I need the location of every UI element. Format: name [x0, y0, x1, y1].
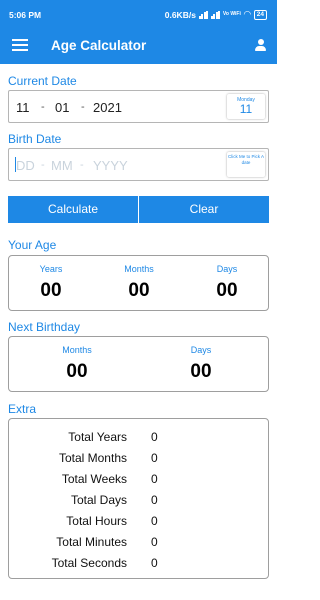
extra-row-label: Total Years [68, 430, 127, 444]
date-separator: - [81, 101, 85, 113]
extra-row-label: Total Hours [66, 514, 127, 528]
birth-date-year-input[interactable]: YYYY [93, 158, 128, 173]
current-date-calendar-button[interactable]: Monday 11 [227, 94, 265, 119]
birthday-months-value: 00 [66, 361, 88, 382]
extra-row-total-days: Total Days 0 [9, 491, 270, 511]
extra-row-total-weeks: Total Weeks 0 [9, 470, 270, 490]
extra-row-label: Total Days [70, 493, 127, 507]
extra-row-label: Total Minutes [56, 535, 127, 549]
clear-button[interactable]: Clear [139, 196, 269, 223]
your-age-label: Your Age [8, 238, 57, 252]
extra-card: Total Years 0 Total Months 0 Total Weeks… [8, 418, 269, 579]
extra-row-value: 0 [151, 535, 158, 549]
current-date-month[interactable]: 01 [55, 100, 69, 115]
app-title: Age Calculator [51, 38, 147, 53]
extra-row-label: Total Seconds [51, 556, 127, 570]
your-age-card: Years Months Days 00 00 00 [8, 255, 269, 311]
next-birthday-label: Next Birthday [8, 320, 81, 334]
date-separator: - [41, 159, 45, 171]
vowifi-label: Vo WiFi [222, 11, 241, 17]
days-label: Days [216, 264, 238, 274]
account-icon[interactable] [254, 39, 267, 52]
birth-date-label: Birth Date [8, 132, 62, 146]
app-bar: Age Calculator [0, 28, 277, 64]
extra-label: Extra [8, 402, 37, 416]
calculate-button[interactable]: Calculate [8, 196, 138, 223]
birthday-days-value: 00 [190, 361, 212, 382]
extra-row-total-seconds: Total Seconds 0 [9, 554, 270, 574]
battery-icon: 24 [253, 9, 267, 20]
birthday-months-label: Months [62, 345, 92, 355]
current-date-year[interactable]: 2021 [93, 100, 122, 115]
birth-date-day-input[interactable]: DD [16, 158, 35, 173]
signal-2-icon [210, 10, 221, 19]
birthday-days-label: Days [190, 345, 212, 355]
date-separator: - [80, 159, 84, 171]
extra-row-label: Total Months [58, 451, 127, 465]
status-bar: 5:06 PM 0.6KB/s Vo WiFi ◠ 24 [0, 0, 277, 28]
birth-date-box: DD - MM - YYYY Click Me to Pick A date [8, 148, 269, 181]
calendar-day: 11 [239, 102, 253, 116]
extra-row-value: 0 [151, 451, 158, 465]
extra-row-value: 0 [151, 472, 158, 486]
current-date-label: Current Date [8, 74, 77, 88]
extra-row-label: Total Weeks [61, 472, 127, 486]
years-label: Years [39, 264, 63, 274]
signal-icon [198, 10, 209, 19]
pick-date-button[interactable]: Click Me to Pick A date [227, 152, 265, 177]
wifi-icon: ◠ [243, 9, 251, 19]
status-time: 5:06 PM [9, 10, 42, 20]
months-label: Months [124, 264, 154, 274]
days-value: 00 [216, 280, 238, 301]
months-value: 00 [128, 280, 150, 301]
next-birthday-card: Months Days 00 00 [8, 336, 269, 392]
extra-row-value: 0 [151, 514, 158, 528]
current-date-day[interactable]: 11 [16, 100, 30, 115]
birth-date-month-input[interactable]: MM [51, 158, 73, 173]
years-value: 00 [40, 280, 62, 301]
extra-row-total-hours: Total Hours 0 [9, 512, 270, 532]
status-icons: 0.6KB/s Vo WiFi ◠ 24 [165, 9, 267, 20]
date-separator: - [41, 101, 45, 113]
current-date-box: 11 - 01 - 2021 Monday 11 [8, 90, 269, 123]
extra-row-value: 0 [151, 493, 158, 507]
extra-row-value: 0 [151, 430, 158, 444]
hamburger-menu-icon[interactable] [12, 39, 28, 52]
extra-row-value: 0 [151, 556, 158, 570]
extra-row-total-months: Total Months 0 [9, 449, 270, 469]
extra-row-total-minutes: Total Minutes 0 [9, 533, 270, 553]
network-speed: 0.6KB/s [164, 9, 196, 20]
extra-row-total-years: Total Years 0 [9, 428, 270, 448]
